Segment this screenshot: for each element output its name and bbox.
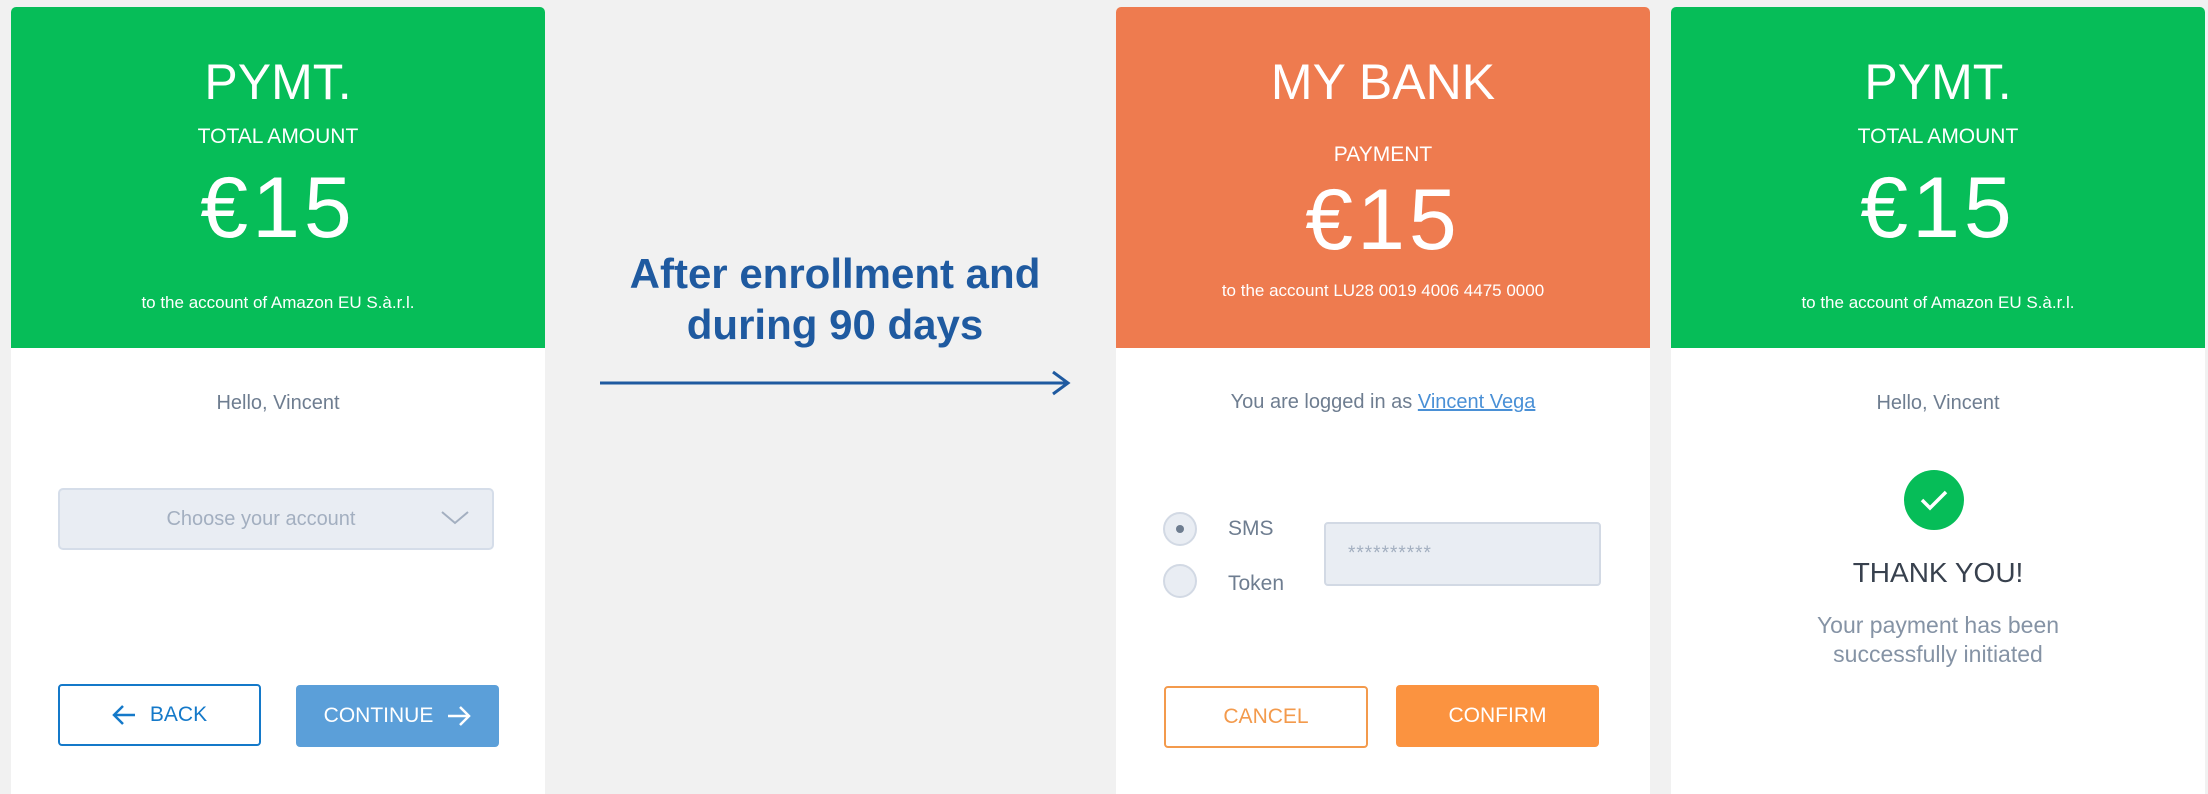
- bank-header: MY BANK PAYMENT €15 to the account LU28 …: [1116, 7, 1650, 348]
- arrow-right-icon: [447, 705, 472, 727]
- beneficiary-line: to the account of Amazon EU S.à.r.l.: [1801, 293, 2075, 312]
- transition-caption: After enrollment and during 90 days: [560, 248, 1110, 350]
- payment-panel-done: PYMT. TOTAL AMOUNT €15 to the account of…: [1671, 7, 2205, 794]
- success-message: Your payment has been successfully initi…: [1671, 611, 2205, 669]
- transition-caption-line2: during 90 days: [686, 301, 984, 348]
- brand-title: PYMT.: [204, 54, 352, 110]
- back-button[interactable]: BACK: [58, 684, 261, 746]
- code-input[interactable]: **********: [1324, 522, 1601, 586]
- bank-brand-title: MY BANK: [1270, 54, 1496, 110]
- payment-panel-start: PYMT. TOTAL AMOUNT €15 to the account of…: [11, 7, 545, 794]
- brand-title: PYMT.: [1864, 54, 2012, 110]
- token-radio-label: Token: [1228, 572, 1285, 595]
- cancel-button[interactable]: CANCEL: [1164, 686, 1368, 748]
- bank-panel: MY BANK PAYMENT €15 to the account LU28 …: [1116, 7, 1650, 794]
- transition-caption-line1: After enrollment and: [629, 250, 1041, 297]
- logged-in-prefix: You are logged in as: [1230, 391, 1413, 413]
- back-button-label: BACK: [149, 703, 208, 726]
- confirm-button[interactable]: CONFIRM: [1396, 685, 1599, 747]
- beneficiary-line: to the account of Amazon EU S.à.r.l.: [141, 293, 415, 312]
- total-amount-label: TOTAL AMOUNT: [1857, 125, 2019, 148]
- continue-button[interactable]: CONTINUE: [296, 685, 499, 747]
- amount-value: €15: [1860, 160, 2016, 256]
- success-line2: successfully initiated: [1833, 641, 2043, 667]
- sms-radio-label: SMS: [1228, 517, 1274, 540]
- total-amount-label: TOTAL AMOUNT: [197, 125, 359, 148]
- logged-in-text: You are logged in as Vincent Vega: [1116, 391, 1650, 414]
- chevron-down-icon: [440, 508, 470, 534]
- amount-value: €15: [1305, 172, 1461, 268]
- sms-radio[interactable]: [1163, 512, 1197, 546]
- payment-header: PYMT. TOTAL AMOUNT €15 to the account of…: [11, 7, 545, 348]
- thank-you-heading: THANK YOU!: [1852, 557, 2024, 588]
- payment-label: PAYMENT: [1333, 143, 1433, 166]
- payment-header: PYMT. TOTAL AMOUNT €15 to the account of…: [1671, 7, 2205, 348]
- user-link[interactable]: Vincent Vega: [1418, 391, 1536, 413]
- long-arrow-right-icon: [598, 370, 1072, 401]
- account-select-placeholder: Choose your account: [166, 507, 356, 530]
- iban-line: to the account LU28 0019 4006 4475 0000: [1221, 281, 1545, 300]
- account-select[interactable]: Choose your account: [58, 488, 494, 550]
- sms-radio-selected-dot: [1176, 525, 1184, 533]
- continue-button-label: CONTINUE: [323, 704, 434, 727]
- token-radio[interactable]: [1163, 564, 1197, 598]
- success-line1: Your payment has been: [1816, 612, 2060, 638]
- greeting: Hello, Vincent: [1876, 392, 2000, 414]
- amount-value: €15: [200, 160, 356, 256]
- arrow-left-icon: [112, 704, 136, 726]
- check-icon: [1904, 470, 1964, 530]
- greeting: Hello, Vincent: [216, 392, 340, 414]
